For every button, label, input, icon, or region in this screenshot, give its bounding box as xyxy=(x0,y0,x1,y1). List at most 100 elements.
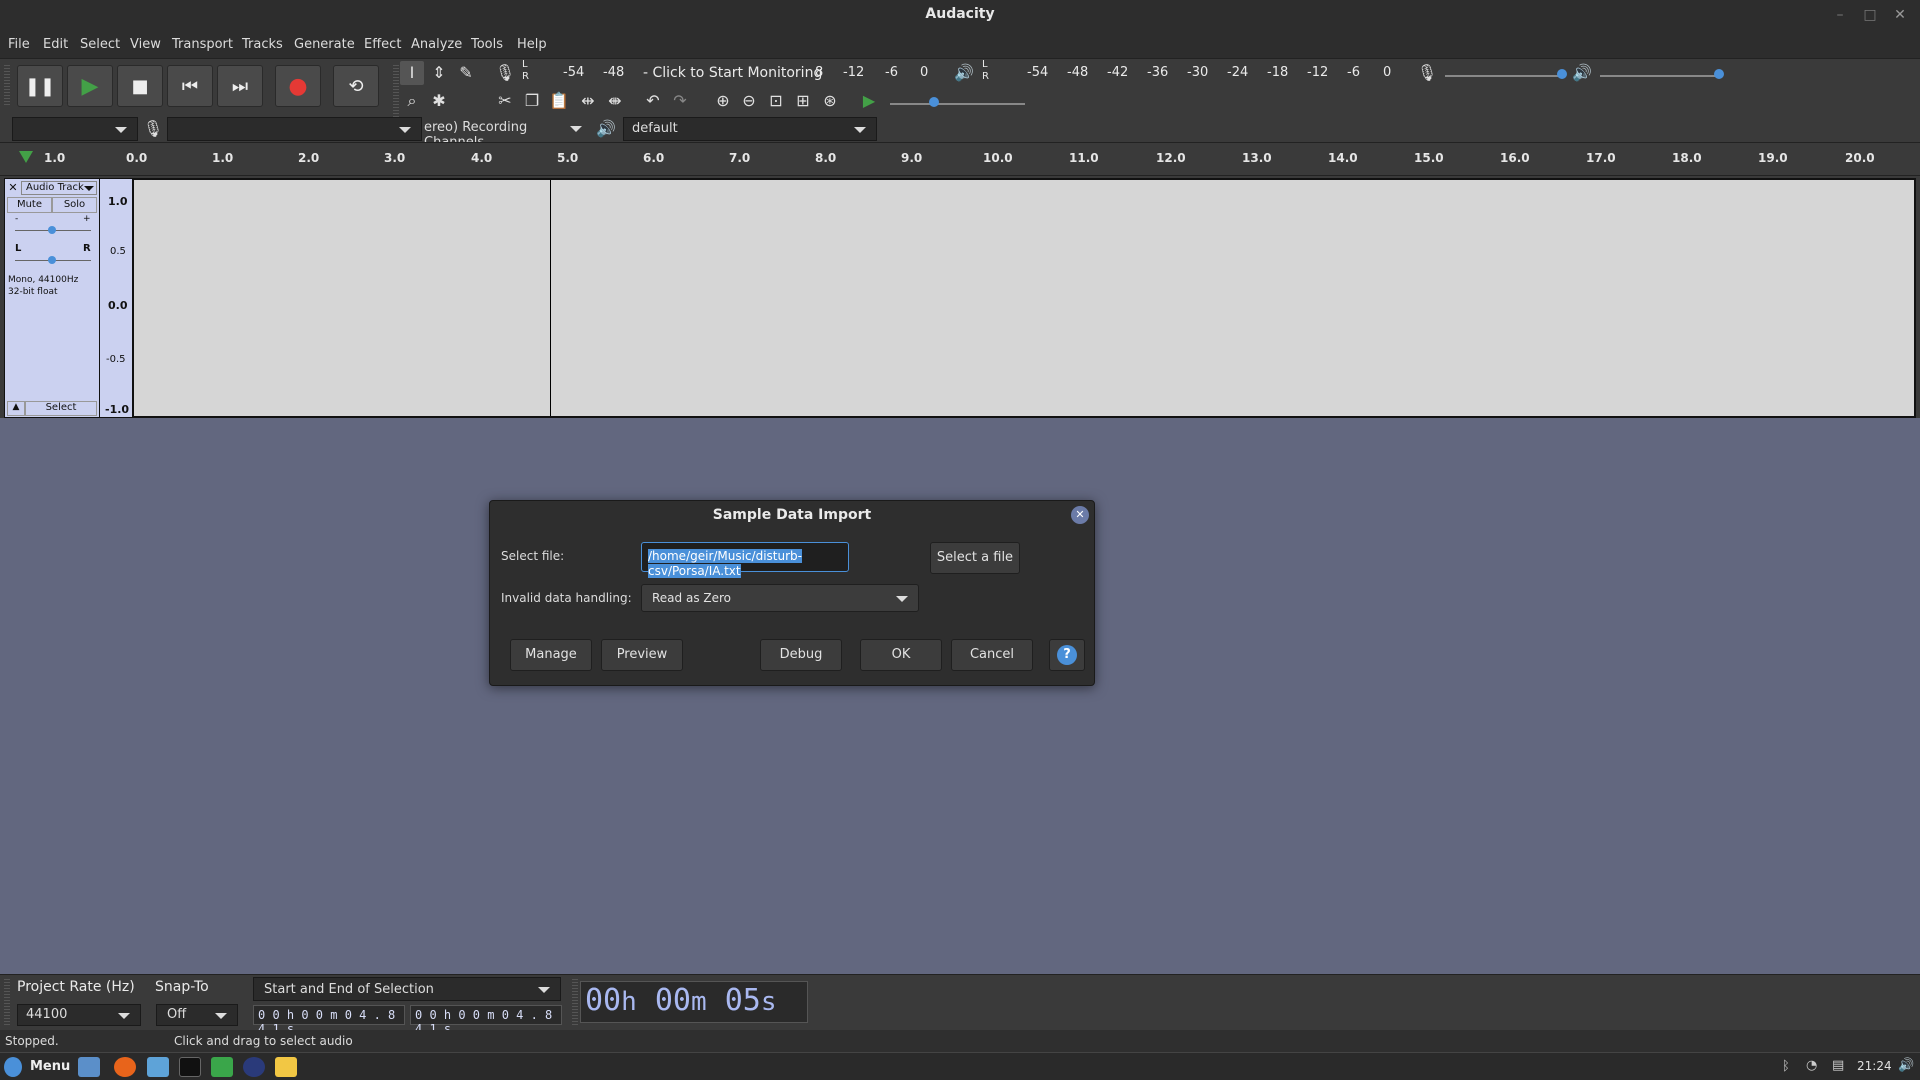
volume-icon[interactable]: 🔊 xyxy=(1898,1058,1914,1073)
audio-host-dropdown[interactable] xyxy=(12,117,138,141)
play-at-speed-icon[interactable]: ▶ xyxy=(857,89,881,113)
clipboard-icon[interactable]: ▤ xyxy=(1832,1058,1844,1073)
zoom-tool-icon[interactable]: ⌕ xyxy=(400,89,424,113)
menu-analyze[interactable]: Analyze xyxy=(411,37,462,52)
monitor-label[interactable]: - Click to Start Monitoring xyxy=(643,65,822,81)
recording-channels-dropdown[interactable]: ereo) Recording Channels xyxy=(422,117,592,150)
skip-end-button[interactable]: ⏭ xyxy=(217,65,263,107)
loop-button[interactable]: ⟲ xyxy=(333,65,379,107)
select-track-button[interactable]: Select xyxy=(25,401,97,416)
toolbar-grip[interactable] xyxy=(572,979,578,1027)
bluetooth-icon[interactable]: ᛒ xyxy=(1782,1059,1790,1074)
wifi-icon[interactable]: ◔ xyxy=(1806,1058,1817,1073)
zoom-toggle-icon[interactable]: ⊛ xyxy=(818,89,842,113)
minimize-icon[interactable]: – xyxy=(1830,5,1850,25)
start-menu-label[interactable]: Menu xyxy=(30,1059,70,1074)
redo-icon[interactable]: ↷ xyxy=(668,89,692,113)
timeline-ruler[interactable]: 1.0 0.0 1.0 2.0 3.0 4.0 5.0 6.0 7.0 8.0 … xyxy=(0,142,1920,176)
play-button[interactable]: ▶ xyxy=(67,65,113,107)
mute-button[interactable]: Mute xyxy=(7,197,52,213)
toolbar-grip[interactable] xyxy=(4,65,10,105)
zoom-out-icon[interactable]: ⊖ xyxy=(737,89,761,113)
menu-edit[interactable]: Edit xyxy=(43,37,68,52)
play-icon: ▶ xyxy=(81,73,99,99)
select-file-button[interactable]: Select a file xyxy=(930,542,1020,574)
play-scale-tick: -6 xyxy=(1347,65,1360,80)
record-volume-slider[interactable] xyxy=(1445,75,1563,77)
debug-button[interactable]: Debug xyxy=(760,639,842,671)
menu-transport[interactable]: Transport xyxy=(172,37,233,52)
cancel-button[interactable]: Cancel xyxy=(951,639,1033,671)
selection-tool-icon[interactable]: I xyxy=(400,61,424,85)
playback-volume-slider[interactable] xyxy=(1600,75,1720,77)
copy-icon[interactable]: ❐ xyxy=(520,89,544,113)
vertical-scale[interactable]: 1.0 0.5 0.0 -0.5 -1.0 xyxy=(100,178,132,418)
selection-mode-dropdown[interactable]: Start and End of Selection xyxy=(253,977,561,1001)
fit-project-icon[interactable]: ⊞ xyxy=(791,89,815,113)
show-desktop-icon[interactable] xyxy=(78,1057,100,1077)
help-button[interactable]: ? xyxy=(1049,639,1085,671)
snap-to-dropdown[interactable]: Off xyxy=(156,1004,238,1026)
trim-icon[interactable]: ⇹ xyxy=(576,89,600,113)
envelope-tool-icon[interactable]: ⇕ xyxy=(427,61,451,85)
playhead-icon[interactable] xyxy=(19,151,33,163)
record-button[interactable]: ● xyxy=(275,65,321,107)
microphone-icon[interactable]: 🎙 xyxy=(493,61,517,85)
playback-volume-thumb[interactable] xyxy=(1714,69,1724,79)
toolbar-grip[interactable] xyxy=(4,979,10,1027)
menu-effect[interactable]: Effect xyxy=(364,37,401,52)
skip-start-button[interactable]: ⏮ xyxy=(167,65,213,107)
menu-view[interactable]: View xyxy=(130,37,161,52)
file-manager-icon[interactable] xyxy=(147,1057,169,1077)
close-icon[interactable]: ✕ xyxy=(1890,5,1910,25)
selection-end-time[interactable]: 0 0 h 0 0 m 0 4 . 8 4 1 s xyxy=(410,1005,562,1036)
invalid-data-select[interactable]: Read as Zero xyxy=(641,584,919,612)
speaker-icon[interactable]: 🔊 xyxy=(952,61,976,85)
cut-icon[interactable]: ✂ xyxy=(493,89,517,113)
recording-device-dropdown[interactable] xyxy=(167,117,422,141)
selection-start-time[interactable]: 0 0 h 0 0 m 0 4 . 8 4 1 s xyxy=(253,1005,405,1036)
app-icon[interactable] xyxy=(275,1057,297,1077)
maximize-icon[interactable]: □ xyxy=(1860,5,1880,25)
spreadsheet-icon[interactable] xyxy=(211,1057,233,1077)
play-speed-slider[interactable] xyxy=(890,103,1025,105)
pause-button[interactable]: ❚❚ xyxy=(17,65,63,107)
stop-button[interactable]: ■ xyxy=(117,65,163,107)
ok-button[interactable]: OK xyxy=(860,639,942,671)
menu-select[interactable]: Select xyxy=(80,37,120,52)
menu-file[interactable]: File xyxy=(8,37,30,52)
close-track-icon[interactable]: ✕ xyxy=(7,181,19,195)
gain-thumb[interactable] xyxy=(48,226,56,234)
paste-icon[interactable]: 📋 xyxy=(547,89,571,113)
pan-thumb[interactable] xyxy=(48,256,56,264)
project-rate-dropdown[interactable]: 44100 xyxy=(17,1004,141,1026)
dialog-close-icon[interactable]: ✕ xyxy=(1071,506,1089,524)
collapse-icon[interactable]: ▲ xyxy=(7,401,25,416)
terminal-icon[interactable] xyxy=(179,1057,201,1077)
track-name-menu[interactable]: Audio Track xyxy=(21,181,97,195)
multi-tool-icon[interactable]: ✱ xyxy=(427,89,451,113)
undo-icon[interactable]: ↶ xyxy=(641,89,665,113)
manage-button[interactable]: Manage xyxy=(510,639,592,671)
zoom-in-icon[interactable]: ⊕ xyxy=(711,89,735,113)
solo-button[interactable]: Solo xyxy=(52,197,97,213)
scale-tick: 0.0 xyxy=(108,299,128,312)
audacity-icon[interactable] xyxy=(243,1057,265,1077)
clock[interactable]: 21:24 xyxy=(1857,1059,1892,1073)
menu-tracks[interactable]: Tracks xyxy=(242,37,283,52)
menu-help[interactable]: Help xyxy=(517,37,547,52)
menu-tools[interactable]: Tools xyxy=(471,37,503,52)
firefox-icon[interactable] xyxy=(114,1057,136,1077)
file-path-input[interactable]: /home/geir/Music/disturb-csv/Porsa/IA.tx… xyxy=(641,542,849,578)
preview-button[interactable]: Preview xyxy=(601,639,683,671)
audio-position-display[interactable]: 00h 00m 05s xyxy=(580,981,808,1023)
record-volume-thumb[interactable] xyxy=(1557,69,1567,79)
menu-generate[interactable]: Generate xyxy=(294,37,355,52)
fit-selection-icon[interactable]: ⊡ xyxy=(764,89,788,113)
play-speed-thumb[interactable] xyxy=(929,97,939,107)
mint-logo-icon[interactable] xyxy=(4,1057,22,1077)
waveform-area[interactable] xyxy=(132,178,1916,418)
silence-icon[interactable]: ⇼ xyxy=(603,89,627,113)
draw-tool-icon[interactable]: ✎ xyxy=(454,61,478,85)
playback-device-dropdown[interactable]: default xyxy=(623,117,877,141)
